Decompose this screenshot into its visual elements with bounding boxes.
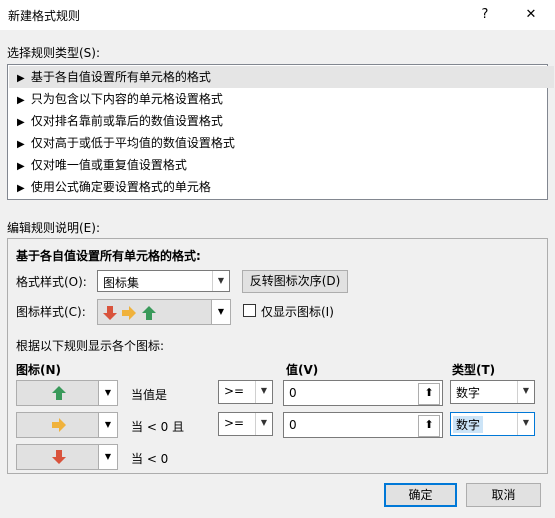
rules-caption: 根据以下规则显示各个图标: bbox=[16, 339, 165, 353]
type-column-header: 类型(T) bbox=[452, 363, 496, 377]
type-select-row-2[interactable]: 数字 ▼ bbox=[450, 412, 535, 436]
chevron-down-icon: ▼ bbox=[98, 413, 117, 437]
chevron-down-icon: ▼ bbox=[255, 413, 272, 435]
chevron-down-icon: ▼ bbox=[211, 300, 230, 324]
rule-type-item[interactable]: ▶ 基于各自值设置所有单元格的格式 bbox=[9, 66, 554, 88]
rule-type-item[interactable]: ▶ 仅对唯一值或重复值设置格式 bbox=[9, 154, 554, 176]
chevron-down-icon: ▼ bbox=[255, 381, 272, 403]
condition-label-row-1: 当值是 bbox=[131, 388, 168, 402]
type-select-row-1[interactable]: 数字 ▼ bbox=[450, 380, 535, 404]
chevron-down-icon: ▼ bbox=[517, 381, 534, 403]
chevron-down-icon: ▼ bbox=[212, 271, 229, 291]
green-up-arrow-icon bbox=[51, 385, 67, 401]
yellow-right-arrow-icon bbox=[51, 417, 67, 433]
icon-select-row-3[interactable]: ▼ bbox=[16, 444, 118, 470]
close-button[interactable]: ✕ bbox=[520, 4, 542, 26]
dialog-title: 新建格式规则 bbox=[8, 9, 81, 23]
value-input-row-1[interactable]: 0 ⬆ bbox=[283, 380, 443, 406]
icon-select-row-1[interactable]: ▼ bbox=[16, 380, 118, 406]
rule-type-item[interactable]: ▶ 只为包含以下内容的单元格设置格式 bbox=[9, 88, 554, 110]
chevron-down-icon: ▼ bbox=[98, 445, 117, 469]
format-style-label: 格式样式(O): bbox=[16, 275, 87, 289]
chevron-down-icon: ▼ bbox=[98, 381, 117, 405]
edit-rule-label: 编辑规则说明(E): bbox=[7, 221, 100, 235]
expand-triangle-icon: ▶ bbox=[17, 139, 25, 150]
title-bar bbox=[0, 0, 555, 30]
red-down-arrow-icon bbox=[51, 449, 67, 465]
reverse-icon-order-button[interactable]: 反转图标次序(D) bbox=[242, 270, 348, 293]
icon-style-label: 图标样式(C): bbox=[16, 305, 86, 319]
icon-style-select[interactable]: ▼ bbox=[97, 299, 231, 325]
expand-triangle-icon: ▶ bbox=[17, 183, 25, 194]
condition-label-row-2: 当 < 0 且 bbox=[131, 420, 185, 434]
help-button[interactable]: ? bbox=[474, 4, 496, 26]
rule-type-item[interactable]: ▶ 仅对排名靠前或靠后的数值设置格式 bbox=[9, 110, 554, 132]
chevron-down-icon: ▼ bbox=[517, 413, 534, 435]
rule-type-item[interactable]: ▶ 仅对高于或低于平均值的数值设置格式 bbox=[9, 132, 554, 154]
cancel-button[interactable]: 取消 bbox=[466, 483, 541, 507]
format-style-select[interactable]: 图标集 ▼ bbox=[97, 270, 230, 292]
three-arrows-icon bbox=[102, 305, 160, 321]
collapse-dialog-icon[interactable]: ⬆ bbox=[418, 415, 440, 437]
ok-button[interactable]: 确定 bbox=[384, 483, 457, 507]
value-column-header: 值(V) bbox=[286, 363, 319, 377]
value-input-row-2[interactable]: 0 ⬆ bbox=[283, 412, 443, 438]
show-icon-only-label: 仅显示图标(I) bbox=[261, 305, 334, 319]
expand-triangle-icon: ▶ bbox=[17, 117, 25, 128]
rule-type-list[interactable]: ▶ 基于各自值设置所有单元格的格式 ▶ 只为包含以下内容的单元格设置格式 ▶ 仅… bbox=[7, 64, 554, 200]
expand-triangle-icon: ▶ bbox=[17, 73, 25, 84]
rule-heading: 基于各自值设置所有单元格的格式: bbox=[16, 249, 201, 263]
collapse-dialog-icon[interactable]: ⬆ bbox=[418, 383, 440, 405]
condition-label-row-3: 当 < 0 bbox=[131, 452, 169, 466]
rule-type-item[interactable]: ▶ 使用公式确定要设置格式的单元格 bbox=[9, 176, 554, 198]
show-icon-only-checkbox[interactable] bbox=[243, 304, 256, 317]
icon-select-row-2[interactable]: ▼ bbox=[16, 412, 118, 438]
operator-select-row-1[interactable]: >= ▼ bbox=[218, 380, 273, 404]
rule-type-label: 选择规则类型(S): bbox=[7, 46, 101, 60]
expand-triangle-icon: ▶ bbox=[17, 161, 25, 172]
expand-triangle-icon: ▶ bbox=[17, 95, 25, 106]
icon-column-header: 图标(N) bbox=[16, 363, 62, 377]
operator-select-row-2[interactable]: >= ▼ bbox=[218, 412, 273, 436]
